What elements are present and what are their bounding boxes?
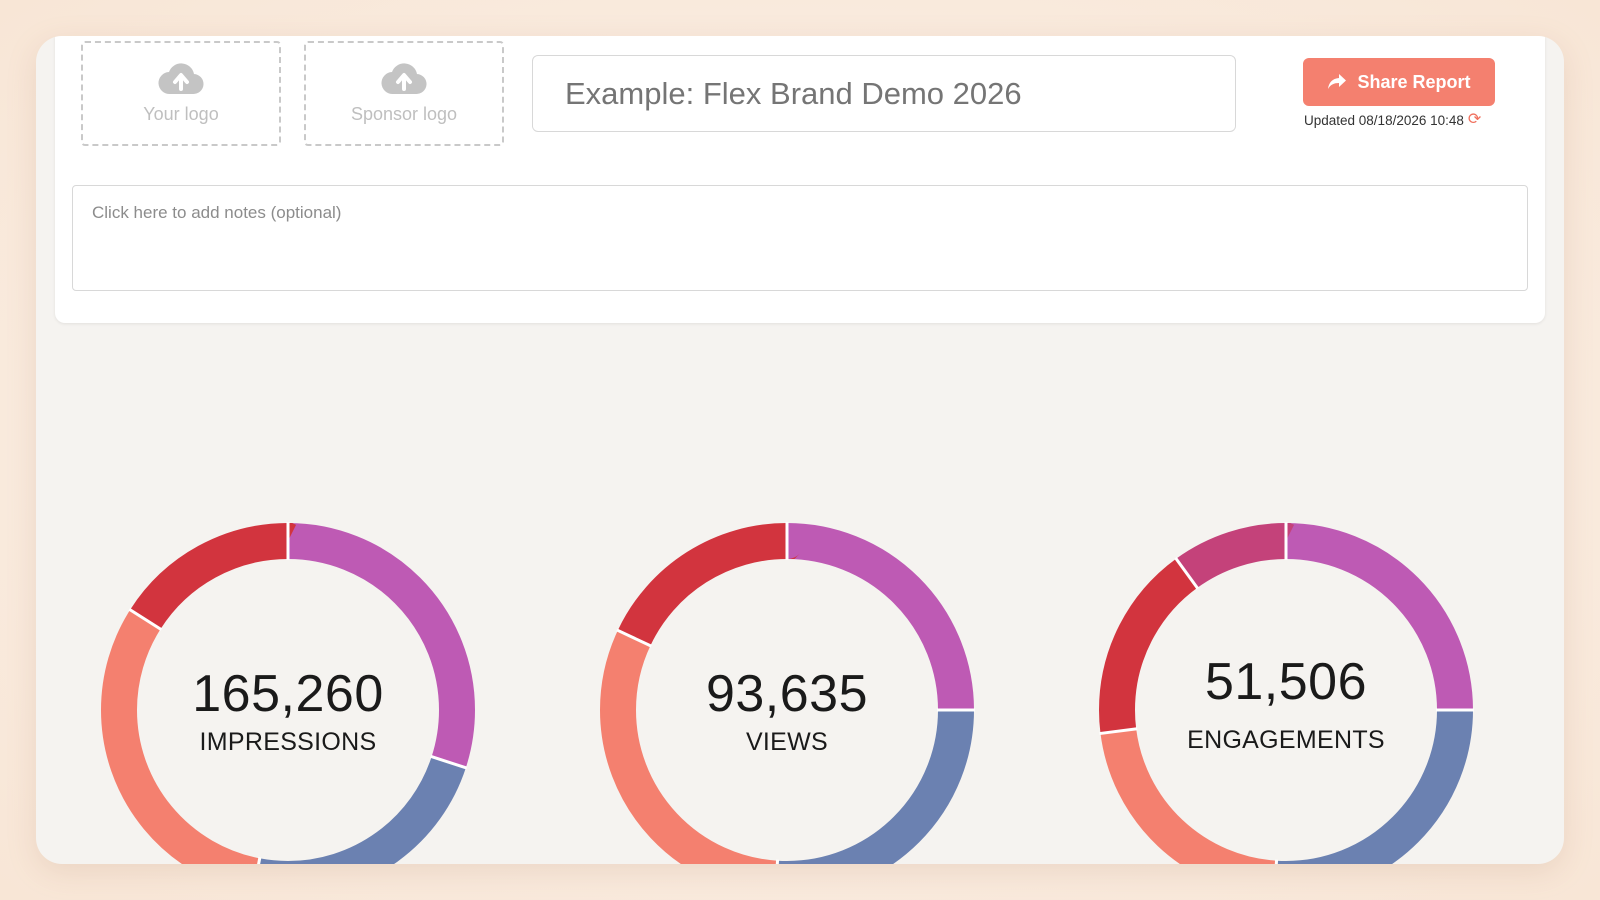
views-donut-ring (600, 522, 975, 864)
share-arrow-icon (1328, 74, 1347, 89)
cloud-upload-icon (158, 63, 204, 95)
your-logo-label: Your logo (143, 104, 219, 124)
cloud-upload-icon (381, 63, 427, 95)
sponsor-logo-upload[interactable]: Sponsor logo (304, 41, 504, 146)
refresh-icon[interactable]: ⟳ (1468, 112, 1481, 128)
sponsor-logo-label: Sponsor logo (350, 104, 458, 124)
report-header-card: Your logo Sponsor logo Share Report Upda… (55, 36, 1545, 323)
share-report-button[interactable]: Share Report (1303, 58, 1495, 106)
report-title-input[interactable] (532, 55, 1236, 132)
your-logo-upload[interactable]: Your logo (81, 41, 281, 146)
share-report-label: Share Report (1357, 71, 1471, 92)
engagements-donut-ring (1099, 522, 1474, 864)
impressions-donut: 165,260 IMPRESSIONS (96, 518, 480, 864)
notes-textarea[interactable] (72, 185, 1528, 291)
views-donut: 93,635 VIEWS (595, 518, 979, 864)
report-window: Your logo Sponsor logo Share Report Upda… (36, 36, 1564, 864)
engagements-donut: 51,506 ENGAGEMENTS (1094, 518, 1478, 864)
impressions-donut-ring (101, 522, 475, 864)
last-updated: Updated 08/18/2026 10:48 ⟳ (1304, 112, 1481, 128)
last-updated-text: Updated 08/18/2026 10:48 (1304, 112, 1464, 128)
